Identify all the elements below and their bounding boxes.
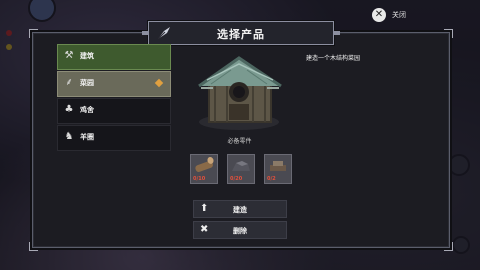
title-decoration: [334, 31, 340, 35]
resource-count: 0/20: [230, 176, 243, 182]
close-icon: ✕: [372, 8, 386, 22]
panel-corner: [29, 242, 38, 251]
category-item-sheep-pen[interactable]: ♞ 羊圈: [57, 125, 171, 151]
delete-button[interactable]: ✖ 删除: [193, 221, 287, 239]
resource-count: 0/10: [193, 176, 206, 182]
panel-corner: [444, 29, 453, 38]
close-label: 关闭: [392, 11, 406, 19]
close-button[interactable]: ✕ 关闭: [372, 8, 412, 24]
build-button[interactable]: ⬆ 建造: [193, 200, 287, 218]
log-icon: [195, 156, 214, 172]
category-label: 建筑: [80, 52, 94, 60]
resource-slot[interactable]: 0/10: [190, 154, 218, 184]
build-label: 建造: [233, 206, 247, 214]
resource-count: 0/2: [267, 176, 276, 182]
category-item-chicken-coop[interactable]: ♣ 鸡舍: [57, 98, 171, 124]
category-item-building[interactable]: ⚒ 建筑: [57, 44, 171, 70]
resource-slot[interactable]: 0/2: [264, 154, 292, 184]
sheep-icon: ♞: [64, 131, 74, 142]
hammer-icon: ⚒: [64, 50, 74, 61]
category-sidebar: ⚒ 建筑 ⸙ 菜园 ♣ 鸡舍 ♞ 羊圈: [57, 44, 171, 152]
category-label: 鸡舍: [80, 106, 94, 114]
chicken-icon: ♣: [64, 104, 74, 115]
required-parts-label: 必备零件: [227, 138, 252, 145]
tool-icon: [270, 161, 286, 171]
delete-label: 删除: [233, 227, 247, 235]
garden-structure-preview-image: [198, 56, 282, 130]
title-decoration: [142, 31, 148, 35]
title-bar: 选择产品: [142, 21, 340, 45]
category-label: 菜园: [80, 79, 94, 87]
stone-icon: [232, 161, 250, 171]
page-title: 选择产品: [217, 28, 265, 41]
panel-corner: [29, 29, 38, 38]
panel-corner: [444, 242, 453, 251]
diamond-badge-icon: [154, 78, 164, 88]
category-label: 羊圈: [80, 133, 94, 141]
category-item-garden[interactable]: ⸙ 菜园: [57, 71, 171, 97]
resource-slot[interactable]: 0/20: [227, 154, 255, 184]
product-description: 建造一个木结构菜园: [306, 55, 361, 62]
plant-icon: ⸙: [65, 77, 73, 88]
